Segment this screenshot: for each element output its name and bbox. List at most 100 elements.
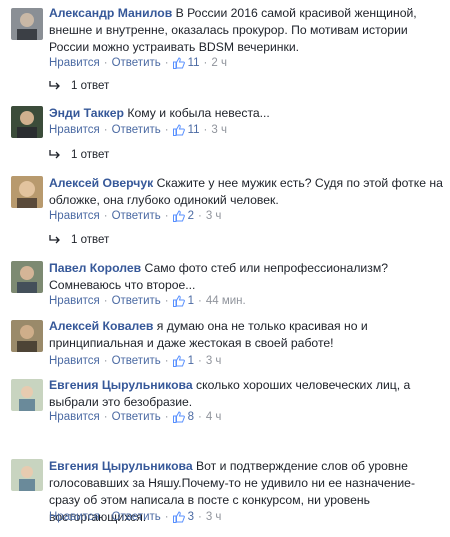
separator: ·: [198, 210, 202, 222]
comment-item: Алексей Оверчук Скажите у нее мужик есть…: [0, 170, 450, 255]
reply-arrow-icon: [49, 235, 61, 245]
separator: ·: [164, 355, 169, 367]
separator: ·: [164, 411, 169, 423]
like-button[interactable]: Нравится: [49, 511, 100, 523]
comment-author[interactable]: Евгения Цырульникова: [49, 459, 193, 473]
like-count[interactable]: 3: [188, 511, 194, 523]
thumbs-up-icon: [172, 124, 185, 136]
separator: ·: [203, 57, 208, 69]
separator: ·: [198, 355, 202, 367]
comment-author[interactable]: Алексей Оверчук: [49, 176, 153, 190]
comment-item: Евгения Цырульникова сколько хороших чел…: [0, 375, 450, 450]
comment-item: Евгения Цырульникова Вот и подтверждение…: [0, 455, 450, 537]
separator: ·: [103, 511, 108, 523]
comment-actions: Нравится · Ответить · 1 · 44 мин.: [49, 295, 246, 307]
separator: ·: [103, 355, 108, 367]
comment-text: Кому и кобыла невеста...: [127, 106, 270, 120]
like-count[interactable]: 11: [188, 124, 200, 136]
comment-body: Александр Манилов В России 2016 самой кр…: [49, 5, 444, 56]
like-button[interactable]: Нравится: [49, 411, 100, 423]
view-replies-link[interactable]: 1 ответ: [49, 234, 109, 246]
reply-button[interactable]: Ответить: [112, 57, 161, 69]
separator: ·: [198, 411, 202, 423]
replies-count[interactable]: 1 ответ: [71, 149, 109, 161]
comment-author[interactable]: Алексей Ковалев: [49, 319, 153, 333]
like-button[interactable]: Нравится: [49, 355, 100, 367]
timestamp[interactable]: 3 ч: [206, 511, 222, 523]
comment-body: Павел Королев Само фото стеб или непрофе…: [49, 260, 444, 294]
replies-count[interactable]: 1 ответ: [71, 80, 109, 92]
view-replies-link[interactable]: 1 ответ: [49, 149, 109, 161]
comment-body: Алексей Ковалев я думаю она не только кр…: [49, 318, 444, 352]
comment-actions: Нравится · Ответить · 1 · 3 ч: [49, 355, 221, 367]
reply-button[interactable]: Ответить: [112, 411, 161, 423]
separator: ·: [103, 210, 108, 222]
like-button[interactable]: Нравится: [49, 124, 100, 136]
thumbs-up-icon: [172, 295, 185, 307]
comment-actions: Нравится · Ответить · 8 · 4 ч: [49, 411, 221, 423]
comment-actions: Нравится · Ответить · 11 · 3 ч: [49, 124, 227, 136]
separator: ·: [164, 124, 169, 136]
comment-actions: Нравится · Ответить · 11 · 2 ч: [49, 57, 227, 69]
timestamp[interactable]: 3 ч: [211, 124, 227, 136]
timestamp[interactable]: 3 ч: [206, 210, 222, 222]
comment-actions: Нравится · Ответить · 2 · 3 ч: [49, 210, 221, 222]
comment-author[interactable]: Евгения Цырульникова: [49, 378, 193, 392]
separator: ·: [103, 411, 108, 423]
comment-author[interactable]: Энди Таккер: [49, 106, 124, 120]
like-button[interactable]: Нравится: [49, 57, 100, 69]
avatar[interactable]: [11, 379, 43, 411]
like-count[interactable]: 8: [188, 411, 194, 423]
thumbs-up-icon: [172, 57, 185, 69]
comment-author[interactable]: Павел Королев: [49, 261, 141, 275]
separator: ·: [203, 124, 208, 136]
like-count[interactable]: 1: [188, 295, 194, 307]
reply-button[interactable]: Ответить: [112, 210, 161, 222]
avatar[interactable]: [11, 106, 43, 138]
reply-button[interactable]: Ответить: [112, 124, 161, 136]
comment-item: Энди Таккер Кому и кобыла невеста... Нра…: [0, 100, 450, 170]
reply-button[interactable]: Ответить: [112, 295, 161, 307]
like-count[interactable]: 11: [188, 57, 200, 69]
reply-button[interactable]: Ответить: [112, 355, 161, 367]
avatar[interactable]: [11, 459, 43, 491]
thumbs-up-icon: [172, 511, 185, 523]
like-button[interactable]: Нравится: [49, 295, 100, 307]
comment-body: Евгения Цырульникова сколько хороших чел…: [49, 377, 444, 411]
thumbs-up-icon: [172, 355, 185, 367]
separator: ·: [103, 57, 108, 69]
reply-arrow-icon: [49, 81, 61, 91]
separator: ·: [164, 295, 169, 307]
comment-item: Александр Манилов В России 2016 самой кр…: [0, 0, 450, 100]
timestamp[interactable]: 3 ч: [206, 355, 222, 367]
thumbs-up-icon: [172, 210, 185, 222]
replies-count[interactable]: 1 ответ: [71, 234, 109, 246]
timestamp[interactable]: 4 ч: [206, 411, 222, 423]
avatar[interactable]: [11, 261, 43, 293]
separator: ·: [198, 295, 202, 307]
comment-author[interactable]: Александр Манилов: [49, 6, 172, 20]
reply-arrow-icon: [49, 150, 61, 160]
separator: ·: [164, 57, 169, 69]
avatar[interactable]: [11, 176, 43, 208]
comment-item: Павел Королев Само фото стеб или непрофе…: [0, 255, 450, 315]
separator: ·: [164, 511, 169, 523]
reply-button[interactable]: Ответить: [112, 511, 161, 523]
timestamp[interactable]: 44 мин.: [206, 295, 246, 307]
thumbs-up-icon: [172, 411, 185, 423]
view-replies-link[interactable]: 1 ответ: [49, 80, 109, 92]
comment-item: Алексей Ковалев я думаю она не только кр…: [0, 315, 450, 375]
comment-actions: Нравится · Ответить · 3 · 3 ч: [49, 511, 221, 523]
comment-body: Алексей Оверчук Скажите у нее мужик есть…: [49, 175, 444, 209]
like-button[interactable]: Нравится: [49, 210, 100, 222]
separator: ·: [103, 295, 108, 307]
comment-body: Энди Таккер Кому и кобыла невеста...: [49, 105, 444, 122]
like-count[interactable]: 2: [188, 210, 194, 222]
avatar[interactable]: [11, 8, 43, 40]
avatar[interactable]: [11, 320, 43, 352]
timestamp[interactable]: 2 ч: [211, 57, 227, 69]
separator: ·: [103, 124, 108, 136]
separator: ·: [198, 511, 202, 523]
separator: ·: [164, 210, 169, 222]
like-count[interactable]: 1: [188, 355, 194, 367]
